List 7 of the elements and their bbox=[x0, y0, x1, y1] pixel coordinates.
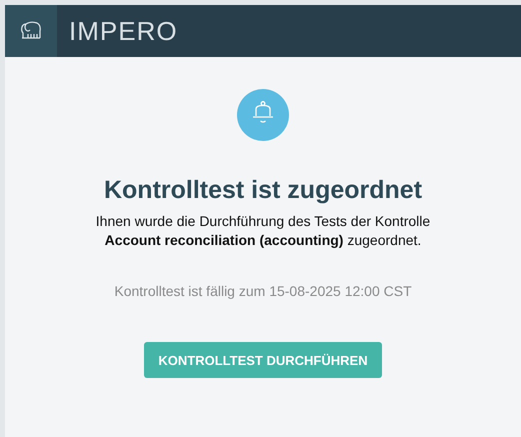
due-date-text: Kontrolltest ist fällig zum 15-08-2025 12:00 CST bbox=[114, 283, 412, 299]
perform-test-button[interactable]: KONTROLLTEST DURCHFÜHREN bbox=[144, 342, 382, 378]
notification-title: Kontrolltest ist zugeordnet bbox=[104, 175, 422, 205]
brand-name: IMPERO bbox=[69, 16, 178, 46]
notification-message: Ihnen wurde die Durchführung des Tests der Kontrolle Account reconciliation (accounting) zugeordnet. bbox=[94, 212, 432, 250]
bell-icon bbox=[237, 89, 289, 141]
elephant-icon bbox=[20, 21, 42, 41]
